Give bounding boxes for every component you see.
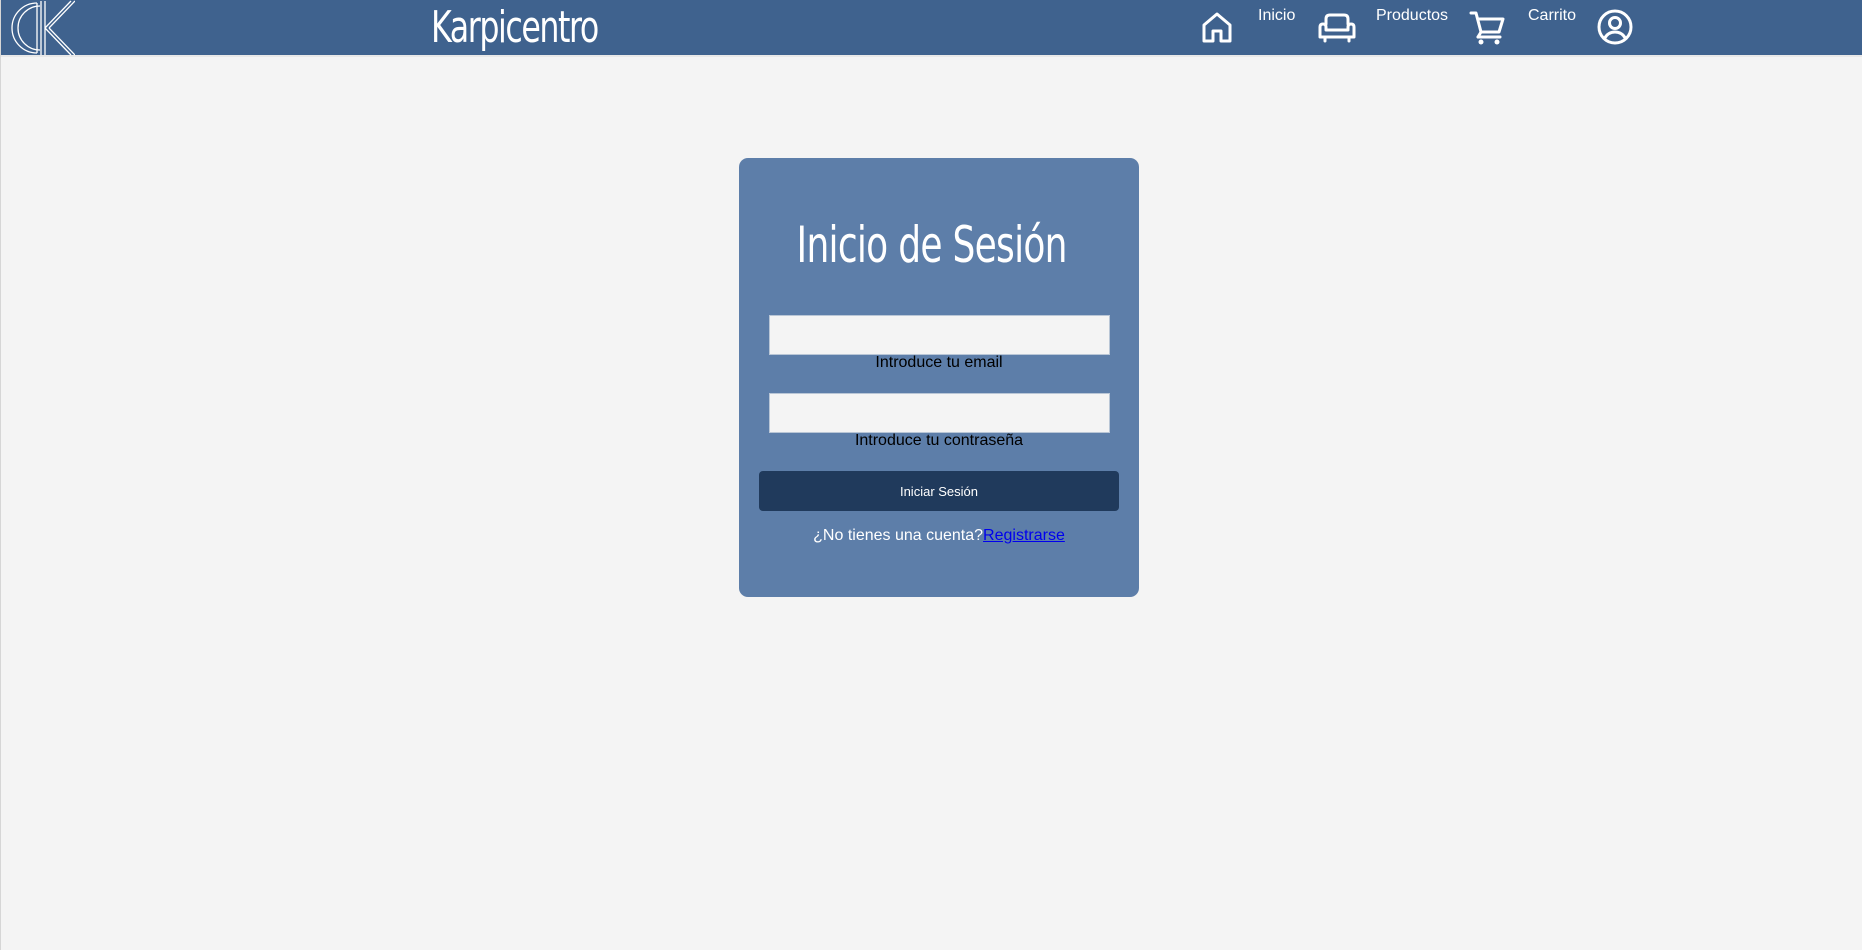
register-link[interactable]: Registrarse bbox=[983, 527, 1065, 544]
login-submit-button[interactable]: Iniciar Sesión bbox=[759, 471, 1119, 511]
user-circle-icon[interactable] bbox=[1596, 8, 1634, 46]
nav-link-productos[interactable]: Productos bbox=[1376, 7, 1448, 25]
top-navbar: Karpicentro Inicio Productos Carrito bbox=[1, 0, 1862, 57]
email-field-label: Introduce tu email bbox=[875, 354, 1003, 371]
register-prompt-text: ¿No tienes una cuenta? bbox=[813, 527, 984, 544]
karpicentro-logo[interactable] bbox=[11, 0, 75, 56]
sofa-icon[interactable] bbox=[1317, 8, 1357, 46]
nav-link-inicio[interactable]: Inicio bbox=[1258, 7, 1295, 25]
password-field[interactable] bbox=[769, 393, 1110, 433]
cart-icon[interactable] bbox=[1468, 8, 1506, 46]
brand-title[interactable]: Karpicentro bbox=[431, 0, 599, 56]
nav-link-carrito[interactable]: Carrito bbox=[1528, 7, 1576, 25]
email-field[interactable] bbox=[769, 315, 1110, 355]
register-prompt: ¿No tienes una cuenta?Registrarse bbox=[739, 525, 1139, 547]
page: Karpicentro Inicio Productos Carrito Ini… bbox=[0, 0, 1862, 950]
password-field-label: Introduce tu contraseña bbox=[854, 432, 1024, 449]
home-icon[interactable] bbox=[1198, 8, 1236, 46]
